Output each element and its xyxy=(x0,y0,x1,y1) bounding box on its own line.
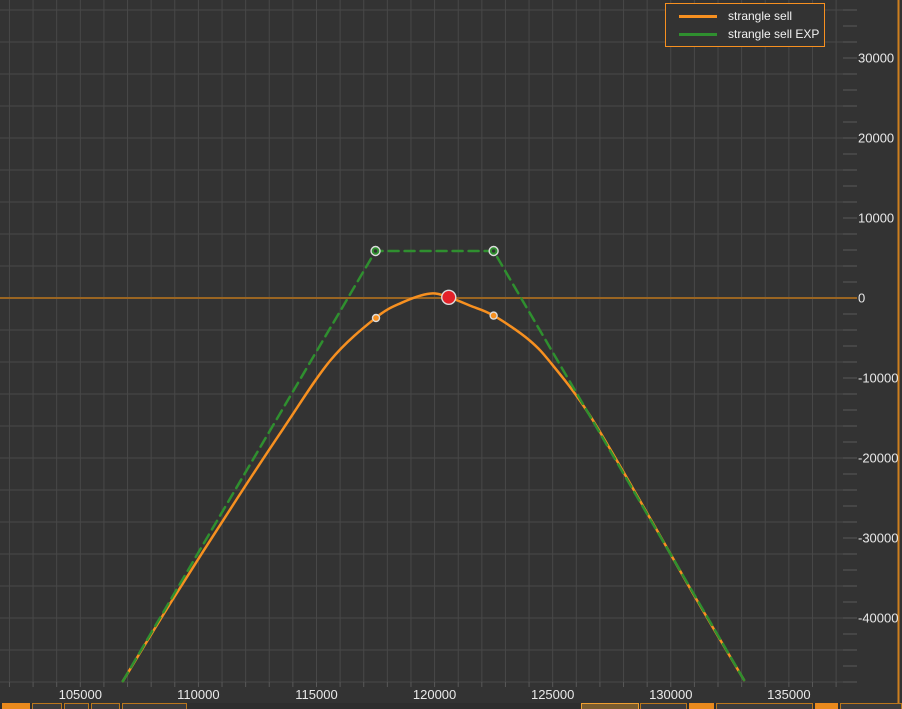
y-tick-label: 10000 xyxy=(858,211,894,226)
toolbar-button-3[interactable] xyxy=(91,703,120,709)
put-strike-dot[interactable] xyxy=(371,313,381,323)
toolbar-button-0[interactable] xyxy=(2,703,30,709)
series-line-strangle-sell-exp xyxy=(121,249,746,683)
legend-line-sample-orange xyxy=(679,14,717,18)
x-tick-label: 130000 xyxy=(649,687,692,702)
legend-line-sample-green xyxy=(679,32,717,36)
y-tick-label: -10000 xyxy=(858,371,898,386)
chart-legend: strangle sell strangle sell EXP xyxy=(665,3,825,47)
y-tick-label: -40000 xyxy=(858,611,898,626)
y-axis-labels: 30000 20000 10000 0 -10000 -20000 -30000 -40000 xyxy=(858,51,898,626)
y-tick-label: 0 xyxy=(858,291,865,306)
toolbar-button-4[interactable] xyxy=(122,703,187,709)
x-tick-label: 110000 xyxy=(177,687,219,702)
toolbar-button-10[interactable] xyxy=(840,703,902,709)
y-tick-label: -20000 xyxy=(858,451,898,466)
current-price-handle[interactable] xyxy=(441,289,457,305)
x-tick-label: 120000 xyxy=(413,687,456,702)
toolbar-button-1[interactable] xyxy=(32,703,62,709)
legend-label: strangle sell EXP xyxy=(728,27,820,41)
toolbar-button-2[interactable] xyxy=(64,703,89,709)
call-strike-dot[interactable] xyxy=(489,311,498,320)
payoff-chart: 105000 110000 115000 120000 125000 130000 1350… xyxy=(0,0,900,703)
legend-item-strangle-sell[interactable]: strangle sell xyxy=(679,9,824,24)
grid-lines xyxy=(0,0,855,683)
put-strike-dot-circle xyxy=(371,313,381,323)
option-strategy-chart-window: 105000 110000 115000 120000 125000 130000 1350… xyxy=(0,0,902,709)
put-strike-exp-dot-center xyxy=(373,249,378,253)
legend-label: strangle sell xyxy=(728,9,793,23)
call-strike-exp-dot[interactable] xyxy=(488,245,499,257)
toolbar-button-7[interactable] xyxy=(689,703,714,709)
call-strike-exp-dot-center xyxy=(491,249,496,253)
toolbar-button-9[interactable] xyxy=(815,703,838,709)
toolbar-button-8[interactable] xyxy=(716,703,813,709)
x-tick-label: 115000 xyxy=(295,687,337,702)
series-line-strangle-sell xyxy=(121,292,746,683)
y-tick-label: -30000 xyxy=(858,531,898,546)
toolbar-button-5[interactable] xyxy=(581,703,639,709)
y-tick-label: 20000 xyxy=(858,131,894,146)
current-price-handle-circle xyxy=(441,289,457,305)
bottom-toolbar xyxy=(0,703,902,709)
x-axis-labels: 105000 110000 115000 120000 125000 130000 1350… xyxy=(59,687,811,702)
x-tick-label: 135000 xyxy=(767,687,810,702)
put-strike-exp-dot[interactable] xyxy=(370,245,381,257)
x-tick-label: 105000 xyxy=(59,687,102,702)
x-tick-label: 125000 xyxy=(531,687,574,702)
toolbar-button-6[interactable] xyxy=(640,703,687,709)
call-strike-dot-circle xyxy=(489,311,498,320)
y-axis-tick-marks xyxy=(8,9,857,687)
y-tick-label: 30000 xyxy=(858,51,894,66)
legend-item-strangle-sell-exp[interactable]: strangle sell EXP xyxy=(679,27,824,42)
